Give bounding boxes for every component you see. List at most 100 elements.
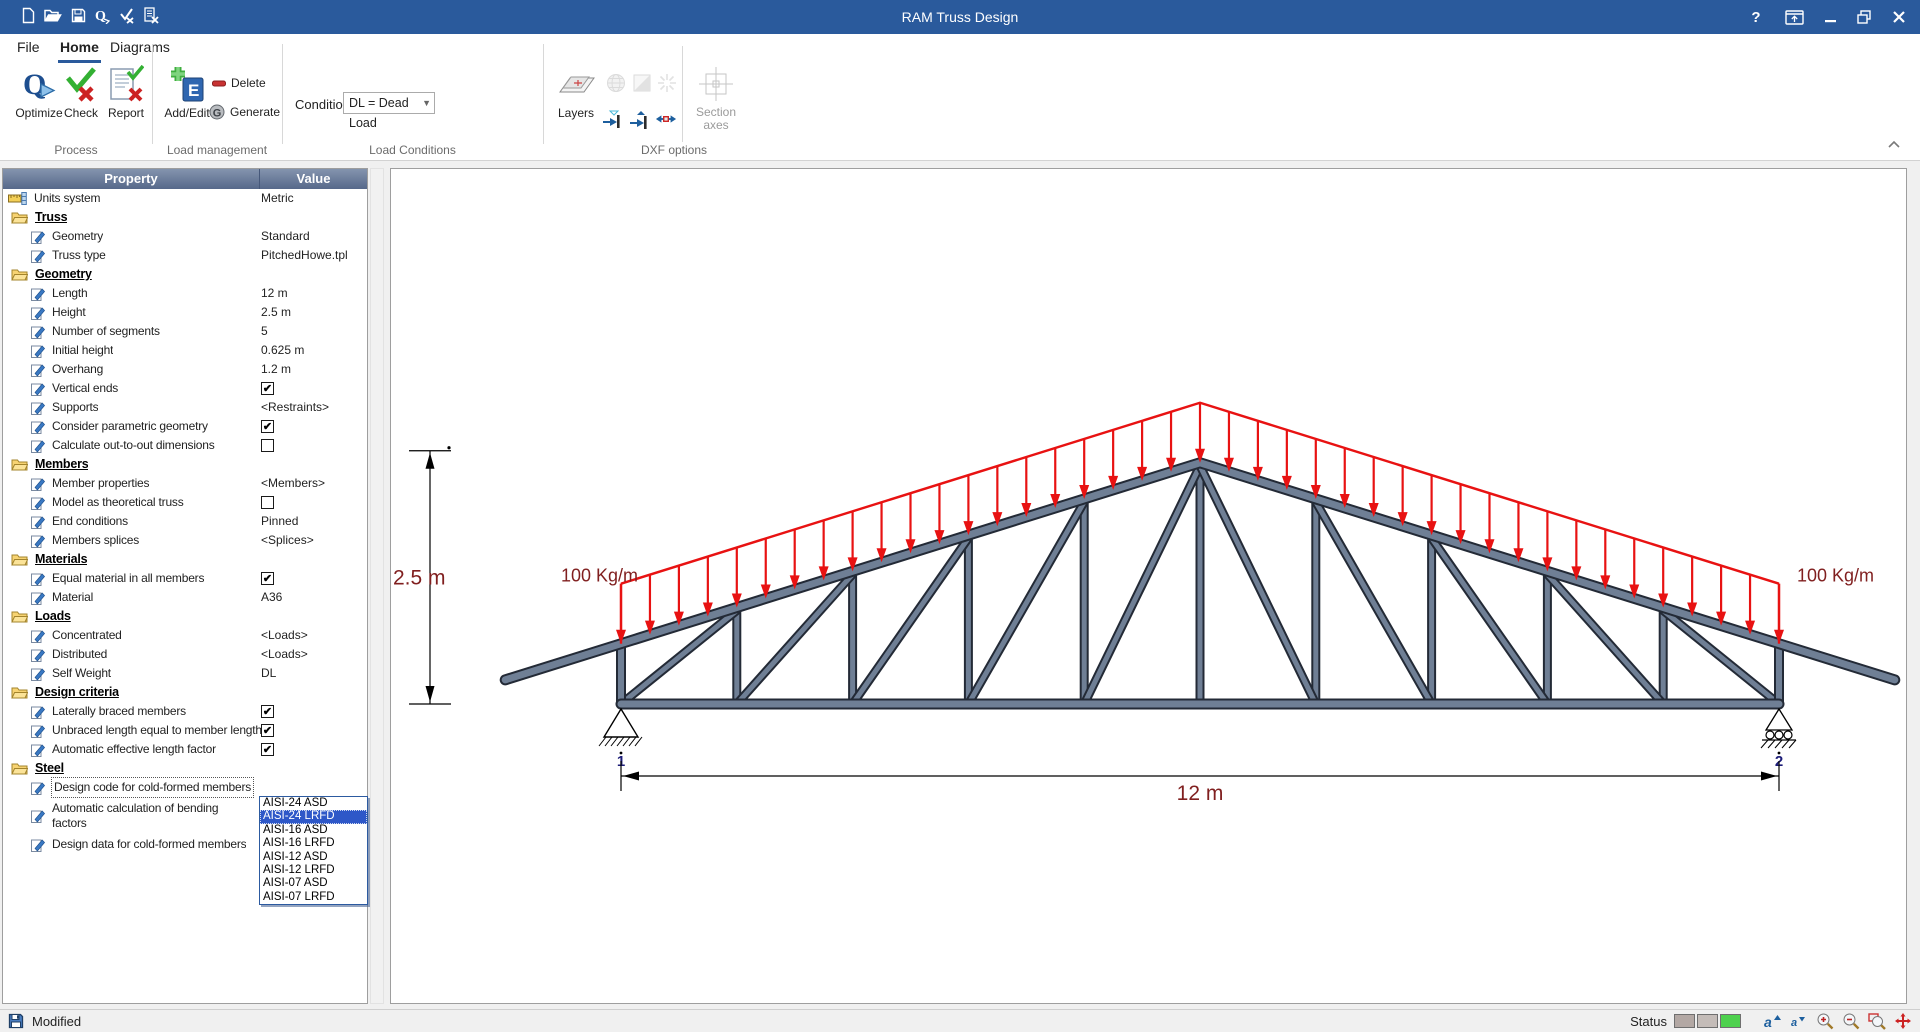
tab-file[interactable]: File bbox=[15, 39, 42, 60]
category-row[interactable]: Steel bbox=[3, 759, 367, 778]
property-row[interactable]: Model as theoretical truss bbox=[3, 493, 367, 512]
property-row[interactable]: Vertical ends✔ bbox=[3, 379, 367, 398]
category-row[interactable]: Members bbox=[3, 455, 367, 474]
property-row[interactable]: Height2.5 m bbox=[3, 303, 367, 322]
property-column-header[interactable]: Property bbox=[3, 169, 260, 189]
property-row[interactable]: Initial height0.625 m bbox=[3, 341, 367, 360]
property-row[interactable]: Overhang1.2 m bbox=[3, 360, 367, 379]
property-row[interactable]: Unbraced length equal to member length✔ bbox=[3, 721, 367, 740]
restore-icon[interactable] bbox=[1857, 10, 1872, 24]
checkbox[interactable]: ✔ bbox=[261, 382, 274, 395]
category-row[interactable]: Geometry bbox=[3, 265, 367, 284]
dim-move-icon[interactable] bbox=[655, 108, 677, 130]
property-value[interactable] bbox=[261, 493, 274, 512]
property-row[interactable]: MaterialA36 bbox=[3, 588, 367, 607]
dropdown-item[interactable]: AISI-12 LRFD bbox=[260, 864, 367, 877]
dim-extend-down-icon[interactable] bbox=[629, 108, 651, 130]
dim-extend-up-icon[interactable] bbox=[602, 108, 624, 130]
property-value: DL bbox=[261, 664, 276, 683]
tab-diagrams[interactable]: Diagrams bbox=[108, 39, 172, 60]
property-value[interactable]: ✔ bbox=[261, 569, 274, 588]
checkbox[interactable] bbox=[261, 496, 274, 509]
tab-home[interactable]: Home bbox=[58, 39, 101, 63]
property-row[interactable]: Member properties<Members> bbox=[3, 474, 367, 493]
generate-button[interactable]: G Generate bbox=[209, 104, 280, 120]
property-panel-scrollbar[interactable] bbox=[370, 168, 384, 1004]
property-row[interactable]: Supports<Restraints> bbox=[3, 398, 367, 417]
property-row[interactable]: Automatic effective length factor✔ bbox=[3, 740, 367, 759]
dropdown-item[interactable]: AISI-12 ASD bbox=[260, 851, 367, 864]
property-row[interactable]: Equal material in all members✔ bbox=[3, 569, 367, 588]
dropdown-item[interactable]: AISI-16 ASD bbox=[260, 824, 367, 837]
dropdown-item[interactable]: AISI-24 LRFD bbox=[260, 810, 367, 823]
font-up-icon[interactable]: a bbox=[1763, 1012, 1782, 1030]
zoom-out-icon[interactable] bbox=[1841, 1012, 1860, 1030]
check-button[interactable]: Check bbox=[60, 62, 102, 120]
collapse-ribbon-icon[interactable] bbox=[1886, 138, 1902, 150]
property-value[interactable] bbox=[261, 436, 274, 455]
property-row[interactable]: Number of segments5 bbox=[3, 322, 367, 341]
pan-icon[interactable] bbox=[1893, 1012, 1912, 1030]
checkbox[interactable]: ✔ bbox=[261, 724, 274, 737]
truss-canvas[interactable]: 122.5 m12 m100 Kg/m100 Kg/m bbox=[390, 168, 1907, 1004]
report-button[interactable]: Report bbox=[102, 62, 150, 120]
status-box bbox=[1720, 1014, 1741, 1028]
property-row[interactable]: GeometryStandard bbox=[3, 227, 367, 246]
check-icon bbox=[60, 62, 102, 106]
property-row[interactable]: Laterally braced members✔ bbox=[3, 702, 367, 721]
edit-icon bbox=[31, 420, 45, 434]
dropdown-item[interactable]: AISI-07 LRFD bbox=[260, 891, 367, 904]
design-code-dropdown-list[interactable]: AISI-24 ASDAISI-24 LRFDAISI-16 ASDAISI-1… bbox=[259, 796, 368, 905]
category-row[interactable]: Materials bbox=[3, 550, 367, 569]
font-down-icon[interactable]: a bbox=[1789, 1012, 1808, 1030]
property-row[interactable]: Length12 m bbox=[3, 284, 367, 303]
edit-icon bbox=[31, 705, 45, 719]
checkbox[interactable]: ✔ bbox=[261, 420, 274, 433]
category-row[interactable]: Loads bbox=[3, 607, 367, 626]
dropdown-item[interactable]: AISI-24 ASD bbox=[260, 797, 367, 810]
help-icon[interactable]: ? bbox=[1747, 7, 1765, 27]
property-row[interactable]: Concentrated<Loads> bbox=[3, 626, 367, 645]
property-row[interactable]: Design code for cold-formed membersAISI-… bbox=[3, 778, 367, 797]
condition-combobox[interactable]: DL = Dead Load ▼ bbox=[343, 92, 435, 114]
value-column-header[interactable]: Value bbox=[260, 169, 367, 189]
property-value[interactable]: ✔ bbox=[261, 417, 274, 436]
group-divider bbox=[282, 44, 283, 144]
property-label: Distributed bbox=[52, 645, 107, 664]
close-icon[interactable] bbox=[1892, 10, 1906, 24]
zoom-window-icon[interactable] bbox=[1867, 1012, 1886, 1030]
delete-label: Delete bbox=[231, 76, 266, 90]
property-value: 1.2 m bbox=[261, 360, 291, 379]
checkbox[interactable]: ✔ bbox=[261, 705, 274, 718]
optimize-button[interactable]: Q Optimize bbox=[11, 62, 67, 120]
property-value[interactable]: ✔ bbox=[261, 379, 274, 398]
pin-ribbon-icon[interactable] bbox=[1785, 10, 1804, 25]
property-row[interactable]: Truss typePitchedHowe.tpl bbox=[3, 246, 367, 265]
property-row[interactable]: Self WeightDL bbox=[3, 664, 367, 683]
property-label: Unbraced length equal to member length bbox=[52, 721, 262, 740]
checkbox[interactable] bbox=[261, 439, 274, 452]
property-value[interactable]: ✔ bbox=[261, 702, 274, 721]
property-value[interactable]: ✔ bbox=[261, 740, 274, 759]
property-label: Loads bbox=[35, 607, 71, 626]
checkbox[interactable]: ✔ bbox=[261, 572, 274, 585]
property-row[interactable]: Distributed<Loads> bbox=[3, 645, 367, 664]
layers-button[interactable]: Layers bbox=[549, 62, 603, 120]
dropdown-item[interactable]: AISI-16 LRFD bbox=[260, 837, 367, 850]
category-row[interactable]: Design criteria bbox=[3, 683, 367, 702]
roller-circle bbox=[1766, 731, 1774, 739]
dropdown-item[interactable]: AISI-07 ASD bbox=[260, 877, 367, 890]
property-value[interactable]: ✔ bbox=[261, 721, 274, 740]
property-row[interactable]: Members splices<Splices> bbox=[3, 531, 367, 550]
property-row[interactable]: Consider parametric geometry✔ bbox=[3, 417, 367, 436]
property-row[interactable]: End conditionsPinned bbox=[3, 512, 367, 531]
minimize-icon[interactable] bbox=[1824, 11, 1837, 24]
checkbox[interactable]: ✔ bbox=[261, 743, 274, 756]
property-row[interactable]: Calculate out-to-out dimensions bbox=[3, 436, 367, 455]
zoom-in-icon[interactable] bbox=[1815, 1012, 1834, 1030]
delete-button[interactable]: Delete bbox=[212, 76, 266, 90]
add-edit-button[interactable]: E Add/Edit bbox=[161, 62, 213, 120]
category-row[interactable]: Truss bbox=[3, 208, 367, 227]
window-title: RAM Truss Design bbox=[0, 9, 1920, 25]
property-row[interactable]: Units systemMetric bbox=[3, 189, 367, 208]
